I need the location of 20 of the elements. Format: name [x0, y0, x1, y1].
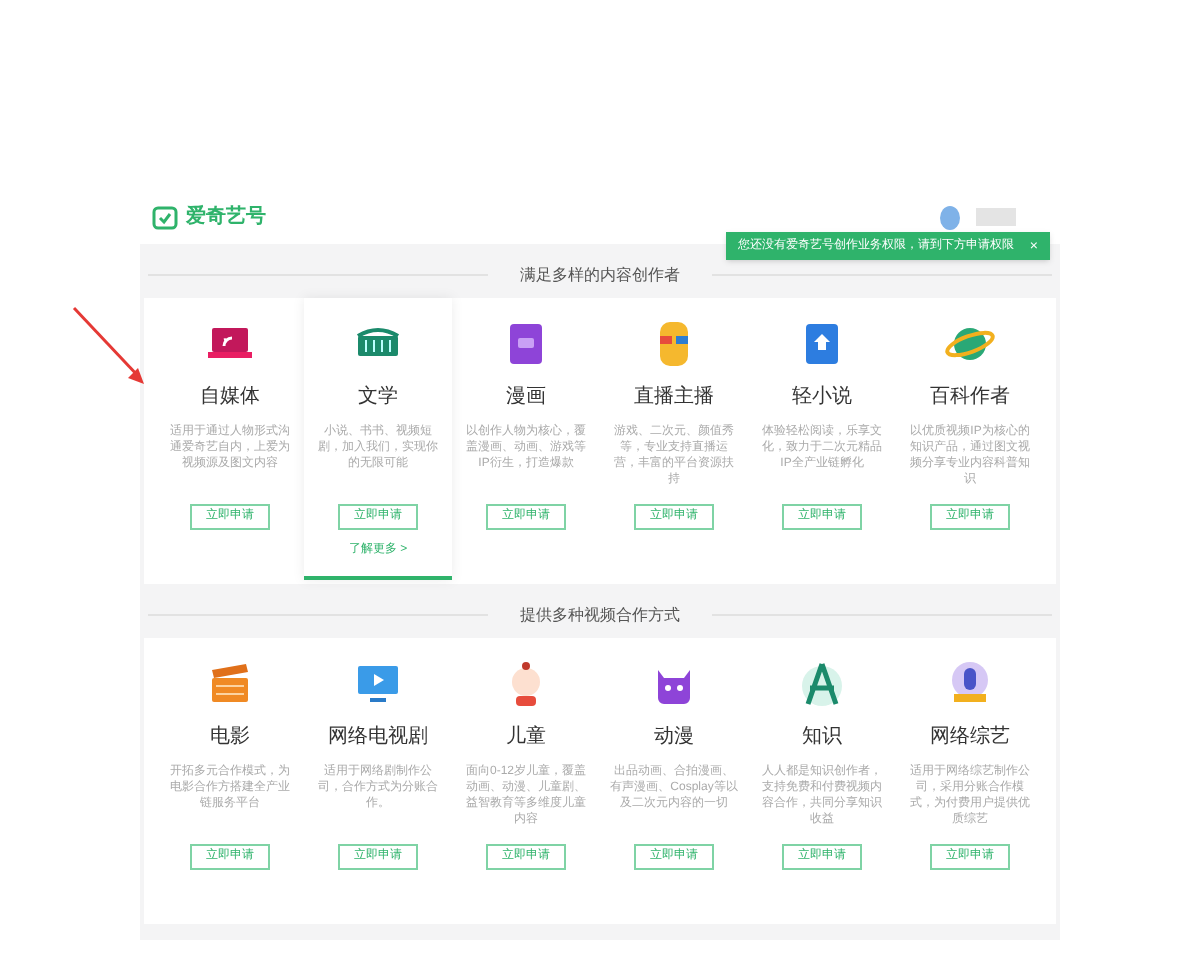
avatar-icon	[940, 205, 960, 229]
service-name: 儿童	[506, 723, 546, 752]
service-name: 文学	[358, 383, 398, 412]
section-title: 满足多样的内容创作者	[520, 263, 680, 287]
service-name: 网络综艺	[930, 723, 1010, 752]
service-name: 直播主播	[634, 383, 714, 412]
service-name: 网络电视剧	[328, 723, 428, 752]
section-title: 提供多种视频合作方式	[520, 603, 680, 627]
service-name: 轻小说	[792, 383, 852, 412]
service-name: 动漫	[654, 724, 694, 752]
username-placeholder	[976, 208, 1016, 226]
service-name: 电影	[210, 723, 250, 752]
service-name: 自媒体	[200, 384, 260, 412]
service-name: 漫画	[506, 384, 546, 412]
compass-icon	[796, 658, 848, 710]
logo-icon	[152, 205, 178, 229]
service-name: 知识	[802, 724, 842, 752]
service-name: 百科作者	[930, 383, 1010, 412]
pointer-arrow	[72, 306, 148, 386]
logo-text: 爱奇艺号	[186, 203, 266, 232]
